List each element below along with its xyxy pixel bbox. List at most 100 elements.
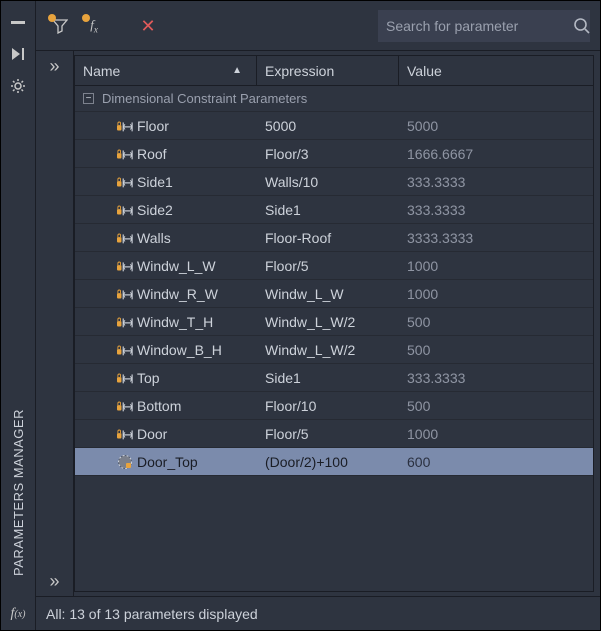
delete-button[interactable]: ✕: [134, 12, 162, 40]
param-expression: Floor/3: [265, 146, 309, 162]
param-name-cell[interactable]: Walls: [75, 230, 257, 246]
param-name-cell[interactable]: Side2: [75, 202, 257, 218]
param-name-cell[interactable]: Side1: [75, 174, 257, 190]
param-value-cell[interactable]: 1000: [399, 258, 593, 274]
param-expression-cell[interactable]: 5000: [257, 118, 399, 134]
locked-dimension-icon: [117, 174, 133, 190]
param-value-cell[interactable]: 1666.6667: [399, 146, 593, 162]
param-expression: Floor-Roof: [265, 230, 331, 246]
param-expression-cell[interactable]: Windw_L_W: [257, 286, 399, 302]
param-name-cell[interactable]: Door_Top: [75, 454, 257, 470]
param-row[interactable]: Door_Top (Door/2)+100 600: [75, 448, 593, 476]
param-expression-cell[interactable]: Floor-Roof: [257, 230, 399, 246]
param-expression: Floor/5: [265, 426, 309, 442]
expand-column: » »: [36, 51, 74, 596]
locked-dimension-icon: [117, 286, 133, 302]
param-name: Windw_T_H: [137, 314, 213, 330]
param-value-cell[interactable]: 500: [399, 342, 593, 358]
search-input[interactable]: [386, 18, 567, 34]
param-row[interactable]: Side2 Side1 333.3333: [75, 196, 593, 224]
param-expression-cell[interactable]: Floor/5: [257, 426, 399, 442]
param-value: 333.3333: [407, 174, 465, 190]
param-expression: Floor/10: [265, 398, 316, 414]
fx-icon[interactable]: f(x): [11, 606, 26, 622]
param-name: Windw_L_W: [137, 258, 216, 274]
param-row[interactable]: Windw_L_W Floor/5 1000: [75, 252, 593, 280]
param-row[interactable]: Windw_T_H Windw_L_W/2500: [75, 308, 593, 336]
param-expression-cell[interactable]: Windw_L_W/2: [257, 314, 399, 330]
collapse-toggle-icon[interactable]: −: [83, 93, 94, 104]
param-expression: Side1: [265, 202, 301, 218]
locked-dimension-icon: [117, 314, 133, 330]
gear-icon[interactable]: [9, 77, 27, 95]
param-row[interactable]: Bottom Floor/10 500: [75, 392, 593, 420]
param-expression-cell[interactable]: Side1: [257, 370, 399, 386]
dynamic-constraint-icon: [117, 454, 133, 470]
param-expression: (Door/2)+100: [265, 454, 348, 470]
param-value: 1666.6667: [407, 146, 473, 162]
param-value-cell[interactable]: 600: [399, 454, 593, 470]
param-expression-cell[interactable]: Floor/3: [257, 146, 399, 162]
sort-indicator-icon: ▲: [232, 65, 242, 76]
new-user-parameter-button[interactable]: fx: [80, 12, 108, 40]
param-name: Top: [137, 370, 160, 386]
param-name: Side1: [137, 174, 173, 190]
param-row[interactable]: Window_B_HWindw_L_W/2 500: [75, 336, 593, 364]
param-name-cell[interactable]: Floor: [75, 118, 257, 134]
locked-dimension-icon: [117, 118, 133, 134]
param-name-cell[interactable]: Door: [75, 426, 257, 442]
param-name: Windw_R_W: [137, 286, 218, 302]
column-header-value[interactable]: Value: [399, 56, 593, 85]
param-value-cell[interactable]: 5000: [399, 118, 593, 134]
param-row[interactable]: Floor 50005000: [75, 112, 593, 140]
group-row[interactable]: − Dimensional Constraint Parameters: [75, 86, 593, 112]
param-expression-cell[interactable]: Floor/5: [257, 258, 399, 274]
locked-dimension-icon: [117, 398, 133, 414]
param-name-cell[interactable]: Top: [75, 370, 257, 386]
param-name-cell[interactable]: Roof: [75, 146, 257, 162]
param-expression-cell[interactable]: (Door/2)+100: [257, 454, 399, 470]
param-expression-cell[interactable]: Floor/10: [257, 398, 399, 414]
expand-bottom-button[interactable]: »: [49, 572, 59, 590]
main-area: fx ✕ » » Name: [36, 1, 600, 630]
param-value-cell[interactable]: 333.3333: [399, 370, 593, 386]
param-value-cell[interactable]: 1000: [399, 426, 593, 442]
param-value-cell[interactable]: 333.3333: [399, 174, 593, 190]
column-header-name[interactable]: Name ▲: [75, 56, 257, 85]
param-row[interactable]: Side1 Walls/10 333.3333: [75, 168, 593, 196]
param-expression-cell[interactable]: Windw_L_W/2: [257, 342, 399, 358]
param-row[interactable]: Top Side1 333.3333: [75, 364, 593, 392]
param-name: Door: [137, 426, 167, 442]
param-row[interactable]: Walls Floor-Roof 3333.3333: [75, 224, 593, 252]
param-name-cell[interactable]: Windw_L_W: [75, 258, 257, 274]
param-value-cell[interactable]: 500: [399, 314, 593, 330]
param-value-cell[interactable]: 1000: [399, 286, 593, 302]
param-value-cell[interactable]: 500: [399, 398, 593, 414]
param-value: 500: [407, 398, 430, 414]
param-value: 500: [407, 342, 430, 358]
param-expression-cell[interactable]: Side1: [257, 202, 399, 218]
param-value-cell[interactable]: 3333.3333: [399, 230, 593, 246]
dock-icon[interactable]: [9, 45, 27, 63]
param-value-cell[interactable]: 333.3333: [399, 202, 593, 218]
param-expression-cell[interactable]: Walls/10: [257, 174, 399, 190]
expand-filter-button[interactable]: »: [49, 57, 59, 75]
column-header-expression[interactable]: Expression: [257, 56, 399, 85]
locked-dimension-icon: [117, 426, 133, 442]
param-name-cell[interactable]: Window_B_H: [75, 342, 257, 358]
param-name-cell[interactable]: Bottom: [75, 398, 257, 414]
param-name-cell[interactable]: Windw_T_H: [75, 314, 257, 330]
param-name: Floor: [137, 118, 169, 134]
filter-button[interactable]: [46, 12, 74, 40]
param-name-cell[interactable]: Windw_R_W: [75, 286, 257, 302]
param-row[interactable]: Windw_R_W Windw_L_W1000: [75, 280, 593, 308]
param-row[interactable]: Door Floor/5 1000: [75, 420, 593, 448]
minimize-icon[interactable]: [9, 13, 27, 31]
param-row[interactable]: Roof Floor/3 1666.6667: [75, 140, 593, 168]
param-value: 1000: [407, 258, 438, 274]
search-box[interactable]: [378, 10, 590, 42]
param-value: 3333.3333: [407, 230, 473, 246]
param-value: 333.3333: [407, 202, 465, 218]
search-icon[interactable]: [573, 17, 591, 35]
param-expression: Side1: [265, 370, 301, 386]
